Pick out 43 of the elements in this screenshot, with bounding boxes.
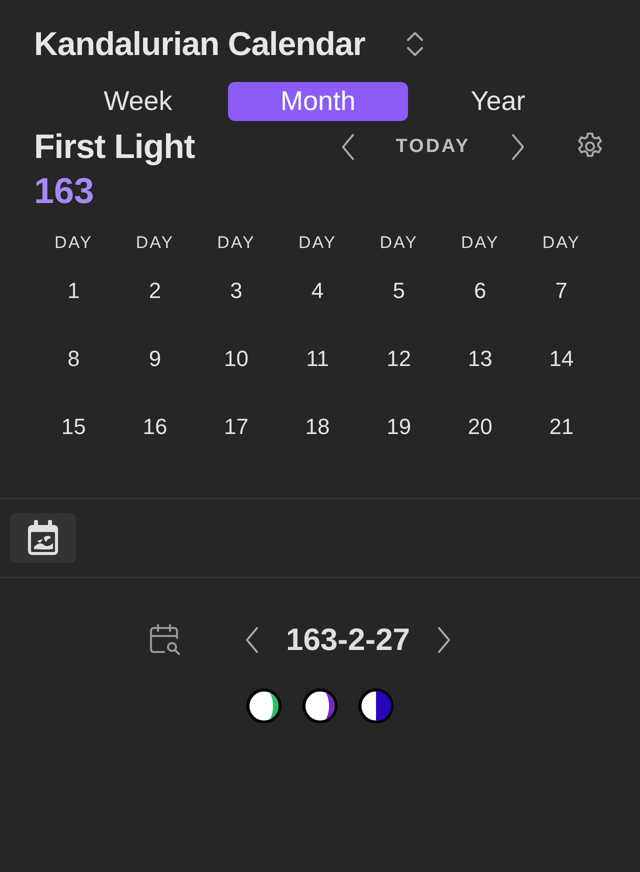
weekday-label: DAY [380,232,418,254]
day-number[interactable]: 19 [386,411,412,443]
calendar-button[interactable] [10,513,76,563]
day-number[interactable]: 11 [306,343,329,375]
day-number[interactable]: 2 [148,275,162,307]
next-day-icon[interactable] [436,626,452,654]
weekday-label: DAY [217,232,256,254]
calendar-title: Kandalurian Calendar [34,25,366,63]
day-number[interactable]: 3 [230,275,242,307]
view-tab[interactable]: Year [408,82,588,121]
day-number[interactable]: 10 [224,343,248,375]
previous-month-icon[interactable] [340,133,356,161]
weekday-label: DAY [542,232,581,254]
day-number[interactable]: 8 [68,343,80,375]
view-tab[interactable]: Week [48,82,228,121]
day-number[interactable]: 21 [549,411,574,443]
day-number[interactable]: 18 [305,411,330,443]
day-number[interactable]: 7 [555,275,568,307]
day-number[interactable]: 12 [386,343,412,375]
day-number[interactable]: 5 [392,275,405,307]
calendar-search-icon[interactable] [148,623,182,657]
weekday-label: DAY [298,232,337,254]
previous-day-icon[interactable] [244,626,260,654]
view-tab[interactable]: Month [228,82,408,121]
weekday-label: DAY [136,232,174,254]
day-number[interactable]: 1 [68,275,80,307]
month-name: First Light [34,127,196,168]
day-number[interactable]: 15 [61,411,86,443]
day-number[interactable]: 13 [468,343,492,375]
current-date: 163-2-27 [286,622,410,658]
day-number[interactable]: 16 [142,411,168,443]
year-number: 163 [34,169,96,213]
weekday-label: DAY [54,232,93,254]
day-number[interactable]: 17 [224,411,248,443]
today-link[interactable]: TODAY [356,136,510,158]
day-number[interactable]: 9 [148,343,162,375]
day-number[interactable]: 6 [474,275,486,307]
day-number[interactable]: 14 [549,343,574,375]
weekday-label: DAY [461,232,500,254]
next-month-icon[interactable] [510,133,526,161]
day-number[interactable]: 20 [468,411,492,443]
day-number[interactable]: 4 [311,275,324,307]
selector-icon[interactable] [405,29,426,59]
